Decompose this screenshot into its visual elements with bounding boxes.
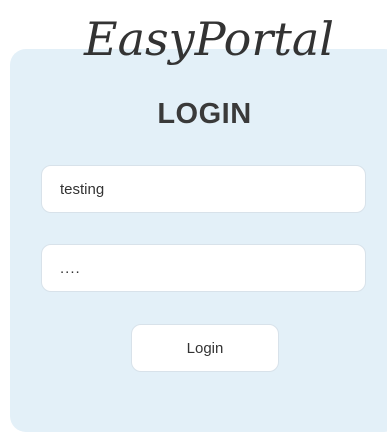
login-title: LOGIN [157, 98, 252, 130]
password-field[interactable] [41, 244, 366, 292]
login-button[interactable]: Login [131, 324, 279, 372]
easyportal-logo: EasyPortal [0, 0, 387, 72]
easyportal-logo-script: EasyPortal [83, 12, 334, 66]
username-field[interactable] [41, 165, 366, 213]
logo-text: EasyPortal [83, 12, 334, 66]
